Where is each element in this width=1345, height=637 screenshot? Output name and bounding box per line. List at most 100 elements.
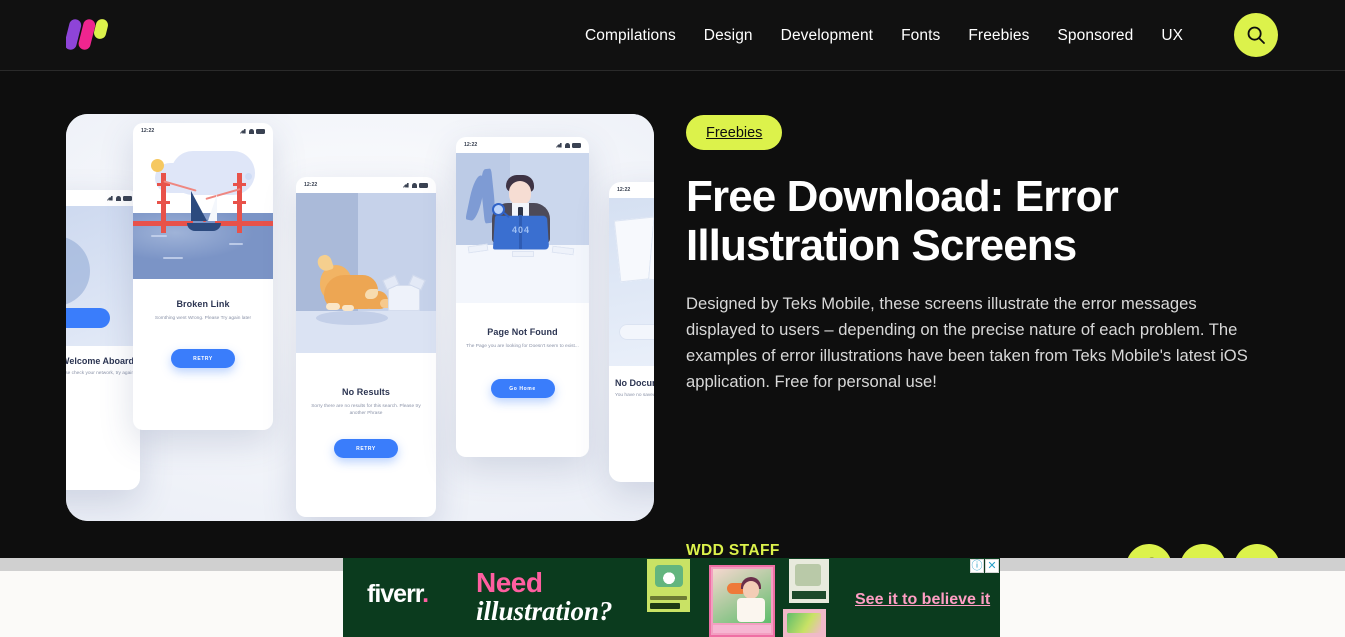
sailboat-hull — [187, 223, 221, 231]
screen-title: No Documents — [615, 378, 654, 388]
post-description: Designed by Teks Mobile, these screens i… — [686, 293, 1248, 392]
category-badge[interactable]: Freebies — [686, 115, 783, 150]
status-bar — [66, 190, 140, 206]
nav-item-sponsored[interactable]: Sponsored — [1057, 28, 1133, 44]
screen-subtitle: Sorry there are no results for this sear… — [311, 404, 421, 417]
torso-shape — [737, 598, 765, 622]
dot-shape — [245, 173, 252, 180]
ad-thumbnail-card — [709, 565, 775, 637]
signal-icon — [240, 129, 246, 134]
ad-headline-line2: illustration? — [476, 596, 613, 626]
ripple-shape — [163, 257, 183, 259]
wifi-icon — [565, 142, 570, 148]
main-navigation: Compilations Design Development Fonts Fr… — [585, 0, 1183, 71]
phone-screen-4: 12:22 404 Page Not Found The Page you ar… — [456, 137, 589, 457]
fiverr-dot: . — [422, 580, 429, 608]
featured-image[interactable]: Welcome Aboard Please check your network… — [66, 114, 654, 521]
ad-thumbnail-card — [789, 559, 829, 603]
ad-thumbnail-card — [783, 609, 826, 637]
tube-shape — [619, 324, 654, 340]
post-header: Freebies Free Download: Error Illustrati… — [686, 115, 1286, 395]
status-time: 12:22 — [141, 128, 155, 134]
status-bar: 12:22 — [296, 177, 436, 193]
status-bar: 12:22 — [133, 123, 273, 139]
hero-section: Welcome Aboard Please check your network… — [0, 71, 1345, 590]
nav-item-ux[interactable]: UX — [1161, 28, 1183, 44]
ad-cta-link[interactable]: See it to believe it — [855, 591, 990, 609]
battery-icon — [419, 183, 428, 188]
page-title: Free Download: Error Illustration Screen… — [686, 172, 1119, 271]
phone-screen-5: 12:22 No Docu You have no save — [609, 182, 654, 482]
search-icon — [1247, 26, 1265, 44]
thumbnail-art — [655, 565, 683, 587]
nav-item-compilations[interactable]: Compilations — [585, 28, 676, 44]
status-time: 12:22 — [304, 182, 318, 188]
wifi-icon — [412, 182, 417, 188]
screen-title: Broken Link — [176, 299, 230, 309]
screen-subtitle: The Page you are looking for Doesn't see… — [466, 344, 579, 349]
ripple-shape — [229, 243, 243, 245]
site-header: Compilations Design Development Fonts Fr… — [0, 0, 1345, 71]
status-bar: 12:22 — [609, 182, 654, 198]
retry-button: RETRY — [334, 439, 398, 458]
site-logo[interactable] — [64, 18, 112, 52]
fiverr-logo: fiverr. — [367, 580, 429, 609]
nav-item-design[interactable]: Design — [704, 28, 753, 44]
nav-item-freebies[interactable]: Freebies — [968, 28, 1029, 44]
logo-w-icon — [64, 19, 108, 50]
status-icons — [240, 128, 265, 134]
phone-screen-1: Welcome Aboard Please check your network… — [66, 190, 140, 490]
sailboat-sail — [208, 194, 217, 221]
sun-icon — [151, 159, 164, 172]
ad-info-icon[interactable]: ⓘ — [970, 559, 984, 573]
page-root: Compilations Design Development Fonts Fr… — [0, 0, 1345, 637]
man-head — [509, 181, 531, 205]
status-bar: 12:22 — [456, 137, 589, 153]
ad-thumbnail-card — [647, 559, 690, 612]
fiverr-wordmark: fiverr — [367, 580, 423, 608]
tower-bar — [233, 201, 246, 204]
blob-shape — [66, 236, 90, 306]
ad-headline-line1: Need — [476, 567, 543, 598]
documents-illustration — [609, 198, 654, 366]
search-button[interactable] — [1234, 13, 1278, 57]
dog-paw — [342, 305, 354, 311]
dog-illustration — [296, 193, 436, 353]
screen-button — [66, 308, 110, 328]
status-icons — [403, 182, 428, 188]
battery-icon — [256, 129, 265, 134]
fiverr-ad-banner[interactable]: fiverr. Need illustration? See it to bel… — [343, 558, 1000, 637]
screen-subtitle: Somthing went Wrong. Please Try again la… — [154, 316, 252, 321]
empty-box — [388, 285, 420, 311]
ripple-shape — [151, 235, 167, 237]
screen-title: Page Not Found — [487, 327, 558, 337]
shadow-shape — [316, 311, 388, 325]
nav-item-fonts[interactable]: Fonts — [901, 28, 940, 44]
page-not-found-illustration: 404 — [456, 153, 589, 303]
status-icons — [556, 142, 581, 148]
thumbnail-art — [787, 613, 821, 633]
signal-icon — [556, 143, 562, 148]
tower-bar — [233, 183, 246, 186]
wifi-icon — [116, 195, 121, 201]
thumbnail-bar — [713, 625, 771, 633]
screen-title: No Results — [341, 387, 390, 397]
ad-close-icon[interactable]: ✕ — [985, 559, 999, 573]
phone-screen-3: 12:22 No Results Sorry there are no resu… — [296, 177, 436, 517]
screen-subtitle: Please check your network, try again — [66, 371, 134, 376]
retry-button: RETRY — [171, 349, 235, 368]
tower-bar — [157, 201, 170, 204]
nav-item-development[interactable]: Development — [781, 28, 873, 44]
error-code-text: 404 — [511, 225, 531, 235]
signal-icon — [107, 196, 113, 201]
go-home-button: Go Home — [490, 379, 555, 398]
screen-subtitle: You have no saved documents yet — [615, 393, 654, 398]
broken-bridge-illustration — [133, 139, 273, 287]
head-shape — [743, 581, 759, 599]
sailboat-sail — [191, 191, 207, 221]
thumbnail-bar — [650, 596, 687, 600]
thumbnail-label — [650, 603, 680, 609]
thumbnail-art — [795, 564, 821, 586]
status-time: 12:22 — [464, 142, 478, 148]
battery-icon — [572, 143, 581, 148]
